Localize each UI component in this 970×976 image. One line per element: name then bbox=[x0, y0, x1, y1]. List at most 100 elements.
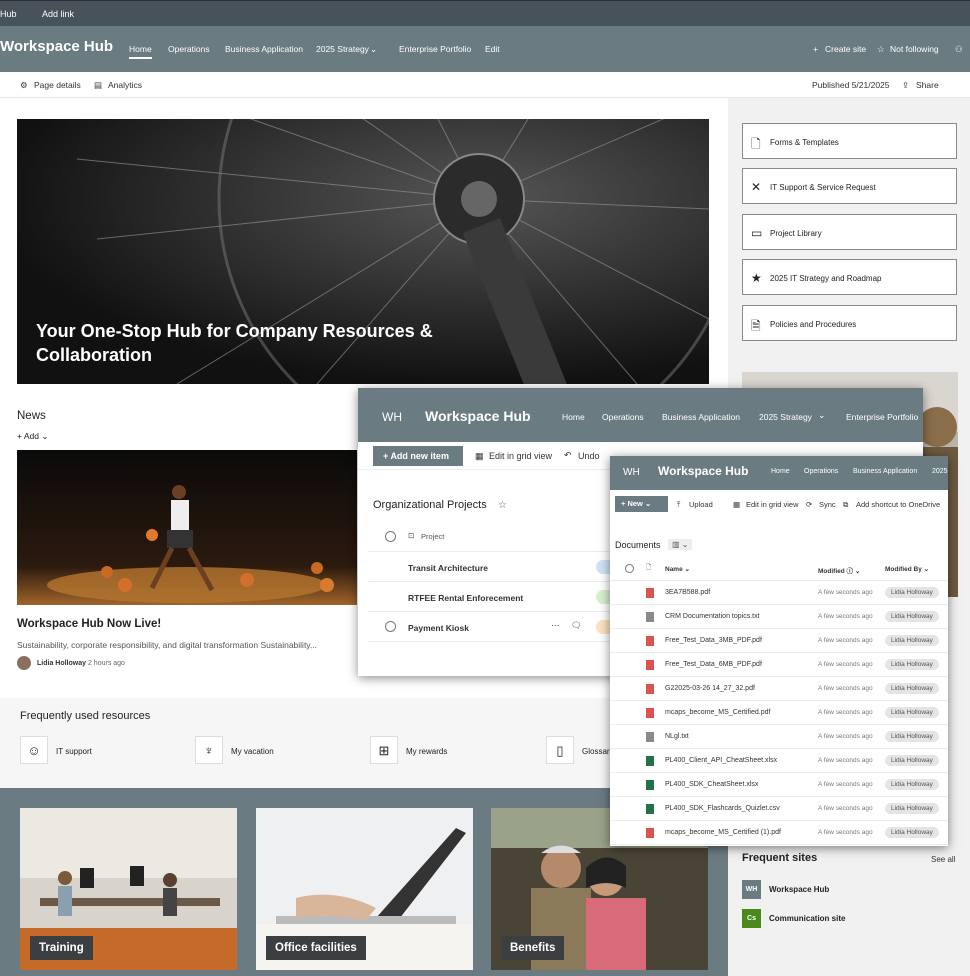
column-project[interactable]: Project bbox=[421, 532, 444, 541]
tile-training[interactable]: Training bbox=[20, 808, 237, 970]
share-button[interactable]: Share bbox=[916, 80, 939, 90]
nav-home[interactable]: Home bbox=[771, 468, 790, 475]
hub-link[interactable]: Hub bbox=[0, 9, 17, 19]
edit-grid-button[interactable]: Edit in grid view bbox=[746, 500, 799, 509]
file-modified-by[interactable]: Lidia Holloway bbox=[885, 707, 939, 718]
news-author[interactable]: Lidia Holloway bbox=[37, 660, 86, 667]
nav-operations[interactable]: Operations bbox=[168, 44, 210, 54]
add-shortcut-button[interactable]: Add shortcut to OneDrive bbox=[856, 500, 940, 509]
file-row[interactable]: Free_Test_Data_3MB_PDF.pdf A few seconds … bbox=[610, 629, 948, 653]
nav-home[interactable]: Home bbox=[129, 44, 152, 59]
nav-enterprise-portfolio[interactable]: Enterprise Portfolio bbox=[846, 412, 918, 422]
file-modified-by[interactable]: Lidia Holloway bbox=[885, 827, 939, 838]
tile-office-facilities[interactable]: Office facilities bbox=[256, 808, 473, 970]
file-row[interactable]: NLgl.txt A few seconds ago Lidia Holloway bbox=[610, 725, 948, 749]
column-name[interactable]: Name ⌄ bbox=[665, 565, 690, 573]
file-name[interactable]: mcaps_become_MS_Certified (1).pdf bbox=[665, 829, 781, 836]
file-row[interactable]: G22025-03-26 14_27_32.pdf A few seconds a… bbox=[610, 677, 948, 701]
file-name[interactable]: Free_Test_Data_6MB_PDF.pdf bbox=[665, 661, 762, 668]
list-row[interactable]: Payment Kiosk ⋯ 🗨 bbox=[368, 612, 628, 642]
file-modified-by[interactable]: Lidia Holloway bbox=[885, 635, 939, 646]
file-modified-by[interactable]: Lidia Holloway bbox=[885, 803, 939, 814]
library-view-icon[interactable]: ▥ ⌄ bbox=[668, 539, 693, 550]
file-name[interactable]: PL400_SDK_Flashcards_Quizlet.csv bbox=[665, 805, 780, 812]
project-name[interactable]: RTFEE Rental Enforecement bbox=[408, 593, 523, 603]
select-all-checkbox[interactable] bbox=[625, 564, 634, 573]
file-name[interactable]: Free_Test_Data_3MB_PDF.pdf bbox=[665, 637, 762, 644]
nav-2025[interactable]: 2025 bbox=[932, 468, 948, 475]
nav-operations[interactable]: Operations bbox=[804, 468, 838, 475]
follow-button[interactable]: Not following bbox=[890, 44, 939, 54]
favorite-star-icon[interactable]: ☆ bbox=[498, 500, 507, 511]
create-site-button[interactable]: Create site bbox=[825, 44, 866, 54]
nav-edit[interactable]: Edit bbox=[485, 44, 500, 54]
quick-link-strategy[interactable]: ★ 2025 IT Strategy and Roadmap bbox=[742, 259, 957, 295]
news-add-button[interactable]: + Add ⌄ bbox=[17, 431, 48, 442]
file-row[interactable]: CRM Documentation topics.txt A few second… bbox=[610, 605, 948, 629]
file-modified-by[interactable]: Lidia Holloway bbox=[885, 611, 939, 622]
edit-grid-button[interactable]: Edit in grid view bbox=[489, 451, 552, 461]
analytics-button[interactable]: Analytics bbox=[108, 80, 142, 90]
news-title[interactable]: Workspace Hub Now Live! bbox=[17, 618, 161, 630]
file-name[interactable]: CRM Documentation topics.txt bbox=[665, 613, 760, 620]
file-name[interactable]: 3EA7B588.pdf bbox=[665, 589, 710, 596]
file-row[interactable]: PL400_SDK_CheatSheet.xlsx A few seconds a… bbox=[610, 773, 948, 797]
hero-banner[interactable]: Your One-Stop Hub for Company Resources … bbox=[17, 119, 709, 384]
nav-enterprise-portfolio[interactable]: Enterprise Portfolio bbox=[399, 44, 471, 54]
add-new-item-button[interactable]: + Add new item bbox=[373, 446, 463, 466]
nav-2025-strategy[interactable]: 2025 Strategy bbox=[759, 412, 812, 422]
news-image[interactable] bbox=[17, 450, 357, 605]
nav-2025-strategy[interactable]: 2025 Strategy bbox=[316, 44, 369, 54]
column-modified-by[interactable]: Modified By ⌄ bbox=[885, 565, 929, 573]
quick-link-it-support[interactable]: ✕ IT Support & Service Request bbox=[742, 168, 957, 204]
nav-home[interactable]: Home bbox=[562, 412, 585, 422]
add-link[interactable]: Add link bbox=[42, 9, 74, 19]
file-row[interactable]: PL400_SDK_Flashcards_Quizlet.csv A few se… bbox=[610, 797, 948, 821]
nav-business-application[interactable]: Business Application bbox=[662, 412, 740, 422]
project-name[interactable]: Transit Architecture bbox=[408, 563, 488, 573]
documents-window-title[interactable]: Workspace Hub bbox=[658, 464, 748, 478]
comment-icon[interactable]: 🗨 bbox=[571, 620, 582, 631]
file-modified-by[interactable]: Lidia Holloway bbox=[885, 683, 939, 694]
file-row[interactable]: 3EA7B588.pdf A few seconds ago Lidia Hollo… bbox=[610, 581, 948, 605]
nav-business-application[interactable]: Business Application bbox=[225, 44, 303, 54]
select-all-checkbox[interactable] bbox=[385, 531, 396, 542]
quick-link-project-library[interactable]: ▭ Project Library bbox=[742, 214, 957, 250]
file-row[interactable]: mcaps_become_MS_Certified.pdf A few secon… bbox=[610, 701, 948, 725]
file-name[interactable]: PL400_SDK_CheatSheet.xlsx bbox=[665, 781, 758, 788]
file-name[interactable]: PL400_Client_API_CheatSheet.xlsx bbox=[665, 757, 777, 764]
undo-button[interactable]: Undo bbox=[578, 451, 600, 461]
chevron-down-icon[interactable]: ⌄ bbox=[370, 44, 377, 55]
file-modified-by[interactable]: Lidia Holloway bbox=[885, 659, 939, 670]
frequent-sites-see-all[interactable]: See all bbox=[931, 855, 955, 864]
new-button[interactable]: + New ⌄ bbox=[615, 496, 668, 512]
more-icon[interactable]: ⋯ bbox=[551, 620, 560, 631]
people-icon[interactable]: ⚇ bbox=[955, 44, 963, 55]
row-checkbox[interactable] bbox=[385, 621, 396, 632]
file-row[interactable]: mcaps_become_MS_Certified (1).pdf A few s… bbox=[610, 821, 948, 845]
file-modified-by[interactable]: Lidia Holloway bbox=[885, 779, 939, 790]
file-modified-by[interactable]: Lidia Holloway bbox=[885, 731, 939, 742]
site-title[interactable]: Workspace Hub bbox=[0, 38, 113, 55]
file-row[interactable]: Free_Test_Data_6MB_PDF.pdf A few seconds … bbox=[610, 653, 948, 677]
news-byline: Lidia Holloway 2 hours ago bbox=[17, 656, 125, 670]
upload-button[interactable]: Upload bbox=[689, 500, 713, 509]
page-details-button[interactable]: Page details bbox=[34, 80, 81, 90]
sync-button[interactable]: Sync bbox=[819, 500, 836, 509]
project-name[interactable]: Payment Kiosk bbox=[408, 623, 469, 633]
file-modified-by[interactable]: Lidia Holloway bbox=[885, 755, 939, 766]
file-name[interactable]: mcaps_become_MS_Certified.pdf bbox=[665, 709, 770, 716]
list-row[interactable]: RTFEE Rental Enforecement bbox=[368, 582, 628, 612]
file-modified-by[interactable]: Lidia Holloway bbox=[885, 587, 939, 598]
chevron-down-icon[interactable]: ⌄ bbox=[818, 410, 826, 421]
quick-link-forms[interactable]: 🗋 Forms & Templates bbox=[742, 123, 957, 159]
nav-operations[interactable]: Operations bbox=[602, 412, 644, 422]
list-window-title[interactable]: Workspace Hub bbox=[425, 408, 531, 424]
file-name[interactable]: G22025-03-26 14_27_32.pdf bbox=[665, 685, 755, 692]
nav-business-application[interactable]: Business Application bbox=[853, 468, 917, 475]
file-name[interactable]: NLgl.txt bbox=[665, 733, 689, 740]
column-modified[interactable]: Modified ⓘ ⌄ bbox=[818, 565, 860, 575]
list-row[interactable]: Transit Architecture bbox=[368, 552, 628, 582]
file-row[interactable]: PL400_Client_API_CheatSheet.xlsx A few se… bbox=[610, 749, 948, 773]
quick-link-policies[interactable]: 🗎 Policies and Procedures bbox=[742, 305, 957, 341]
